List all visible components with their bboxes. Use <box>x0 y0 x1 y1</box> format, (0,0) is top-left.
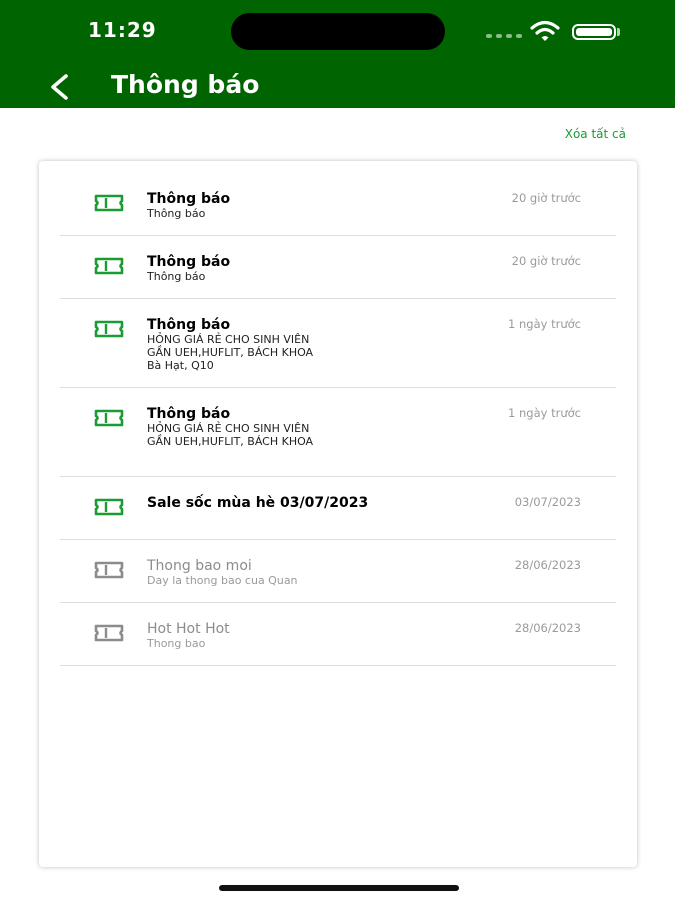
notification-body: Day la thong bao cua Quan <box>147 574 467 587</box>
notification-time: 28/06/2023 <box>514 621 581 635</box>
notification-body-line: GẦN UEH,HUFLIT, BÁCH KHOA <box>147 435 314 448</box>
notification-body-line: Day la thong bao cua Quan <box>147 574 298 587</box>
notification-body: Thong bao <box>147 637 467 650</box>
notification-title: Hot Hot Hot <box>147 621 230 637</box>
back-chevron-icon[interactable] <box>46 72 72 102</box>
home-indicator <box>219 885 459 891</box>
notification-time: 1 ngày trước <box>508 406 581 420</box>
dynamic-island <box>231 13 445 50</box>
notification-item[interactable]: Thông báo HỎNG GIÁ RẺ CHO SINH VIÊN GẦN UE… <box>60 299 616 388</box>
notification-time: 20 giờ trước <box>511 191 581 205</box>
notification-item[interactable]: Hot Hot Hot Thong bao 28/06/2023 <box>60 603 616 666</box>
ticket-icon <box>94 624 124 642</box>
notification-time: 20 giờ trước <box>511 254 581 268</box>
ticket-icon <box>94 409 124 427</box>
clear-all-button[interactable]: Xóa tất cả <box>565 127 626 141</box>
notification-body-line: HỎNG GIÁ RẺ CHO SINH VIÊN <box>147 333 310 346</box>
notification-card: Thông báo Thông báo 20 giờ trước Thông báo T… <box>39 161 637 867</box>
ticket-icon <box>94 320 124 338</box>
notification-title: Thong bao moi <box>147 558 252 574</box>
notification-title: Sale sốc mùa hè 03/07/2023 <box>147 495 369 511</box>
notification-item[interactable]: Thong bao moi Day la thong bao cua Quan 28… <box>60 540 616 603</box>
notification-body-line: GẦN UEH,HUFLIT, BÁCH KHOA <box>147 346 314 359</box>
battery-tip <box>617 28 620 36</box>
ticket-icon <box>94 498 124 516</box>
notification-body: Thông báo <box>147 207 467 220</box>
battery-icon <box>572 24 616 40</box>
notification-item[interactable]: Thông báo Thông báo 20 giờ trước <box>60 236 616 299</box>
notification-body-line: HỎNG GIÁ RẺ CHO SINH VIÊN <box>147 422 310 435</box>
notification-item[interactable]: Thông báo Thông báo 20 giờ trước <box>60 173 616 236</box>
notification-body: Thông báo <box>147 270 467 283</box>
notification-time: 28/06/2023 <box>514 558 581 572</box>
status-time: 11:29 <box>88 18 157 42</box>
notification-title: Thông báo <box>147 254 231 270</box>
notification-body-line: Thong bao <box>147 637 206 650</box>
notification-title: Thông báo <box>147 406 231 422</box>
notification-body-line: Bà Hạt, Q10 <box>147 359 214 372</box>
app-header: 11:29 Thông báo <box>0 0 675 108</box>
notification-body-line: Thông báo <box>147 207 206 220</box>
notification-title: Thông báo <box>147 317 231 333</box>
notification-body-line: Thông báo <box>147 270 206 283</box>
ticket-icon <box>94 257 124 275</box>
battery-level <box>576 28 612 36</box>
notification-time: 1 ngày trước <box>508 317 581 331</box>
notification-body: HỎNG GIÁ RẺ CHO SINH VIÊN GẦN UEH,HUFLIT,… <box>147 422 467 448</box>
notification-item[interactable]: Thông báo HỎNG GIÁ RẺ CHO SINH VIÊN GẦN UE… <box>60 388 616 477</box>
notification-body: HỎNG GIÁ RẺ CHO SINH VIÊN GẦN UEH,HUFLIT,… <box>147 333 467 372</box>
notification-list: Thông báo Thông báo 20 giờ trước Thông báo T… <box>60 173 616 666</box>
notification-title: Thông báo <box>147 191 231 207</box>
ticket-icon <box>94 561 124 579</box>
wifi-icon <box>530 20 560 41</box>
notification-time: 03/07/2023 <box>514 495 581 509</box>
ticket-icon <box>94 194 124 212</box>
notification-item[interactable]: Sale sốc mùa hè 03/07/2023 03/07/2023 <box>60 477 616 540</box>
page-title: Thông báo <box>111 70 260 99</box>
cellular-signal-icon <box>486 34 522 38</box>
